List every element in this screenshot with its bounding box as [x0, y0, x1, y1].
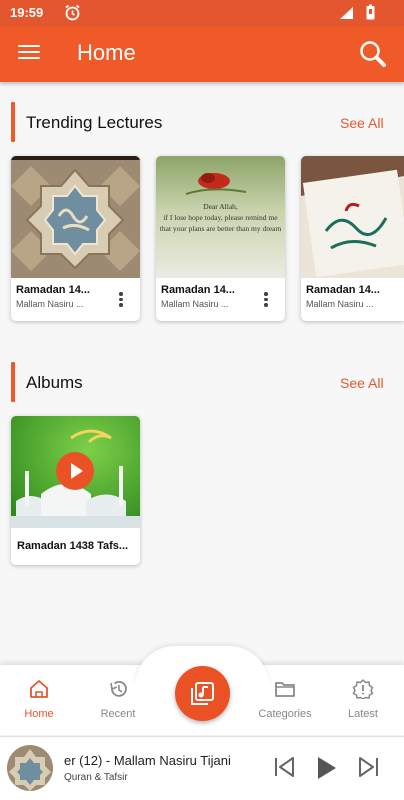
section-accent-bar: [11, 102, 15, 142]
mini-player[interactable]: er (12) - Mallam Nasiru Tijani Quran & T…: [0, 736, 404, 800]
previous-track-icon[interactable]: [272, 755, 296, 784]
library-fab-button[interactable]: [175, 666, 230, 721]
lecture-title: Ramadan 14...: [306, 284, 380, 296]
trending-see-all-link[interactable]: See All: [340, 115, 384, 131]
folder-icon: [275, 682, 295, 697]
lecture-title: Ramadan 14...: [16, 284, 90, 296]
home-icon: [30, 680, 48, 698]
quote-line: that your plans are better than my dream: [159, 224, 282, 233]
now-playing-title: er (12) - Mallam Nasiru Tijani: [64, 753, 231, 768]
lecture-title: Ramadan 14...: [161, 284, 235, 296]
section-accent-bar: [11, 362, 15, 402]
next-track-icon[interactable]: [357, 755, 381, 784]
lecture-thumbnail: [11, 156, 140, 278]
album-card[interactable]: Ramadan 1438 Tafs...: [11, 416, 140, 565]
album-title: Ramadan 1438 Tafs...: [17, 540, 129, 552]
menu-icon[interactable]: [18, 42, 40, 64]
nav-recent[interactable]: Recent: [83, 679, 153, 720]
lecture-card[interactable]: Ramadan 14... Mallam Nasiru ...: [11, 156, 140, 321]
battery-icon: [366, 4, 375, 25]
nav-home-label: Home: [24, 708, 54, 720]
now-playing-artwork: [7, 745, 53, 791]
lecture-card[interactable]: Ramadan 14... Mallam Nasiru ...: [301, 156, 404, 321]
quote-line: if I lose hope today, please remind me: [163, 213, 278, 222]
trending-section-title: Trending Lectures: [26, 113, 163, 132]
status-bar: 19:59: [0, 0, 404, 26]
signal-icon: [339, 6, 354, 25]
music-library-icon: [191, 682, 214, 705]
lecture-speaker: Mallam Nasiru ...: [306, 299, 374, 309]
lecture-thumbnail: [301, 156, 404, 278]
albums-section-title: Albums: [26, 373, 83, 392]
nav-categories[interactable]: Categories: [250, 679, 320, 720]
nav-categories-label: Categories: [258, 708, 312, 720]
new-badge-icon: [352, 679, 374, 700]
play-icon[interactable]: [56, 452, 94, 490]
search-icon[interactable]: [358, 39, 388, 74]
more-options-icon[interactable]: [264, 292, 268, 309]
lecture-speaker: Mallam Nasiru ...: [161, 299, 229, 309]
play-button-icon[interactable]: [315, 755, 339, 786]
nav-latest-label: Latest: [348, 708, 378, 720]
album-thumbnail: [11, 416, 140, 528]
nav-home[interactable]: Home: [4, 679, 74, 720]
lecture-thumbnail: Dear Allah, if I lose hope today, please…: [156, 156, 285, 278]
history-icon: [110, 680, 127, 697]
nav-latest[interactable]: Latest: [328, 679, 398, 720]
nav-recent-label: Recent: [100, 708, 136, 720]
lecture-card[interactable]: Dear Allah, if I lose hope today, please…: [156, 156, 285, 321]
page-title: Home: [77, 40, 136, 65]
app-bar: Home: [0, 26, 404, 82]
now-playing-category: Quran & Tafsir: [64, 772, 128, 783]
quote-line: Dear Allah,: [203, 202, 238, 211]
albums-see-all-link[interactable]: See All: [340, 375, 384, 391]
lecture-speaker: Mallam Nasiru ...: [16, 299, 84, 309]
more-options-icon[interactable]: [119, 292, 123, 309]
alarm-icon: [64, 4, 81, 26]
status-time: 19:59: [10, 5, 44, 20]
